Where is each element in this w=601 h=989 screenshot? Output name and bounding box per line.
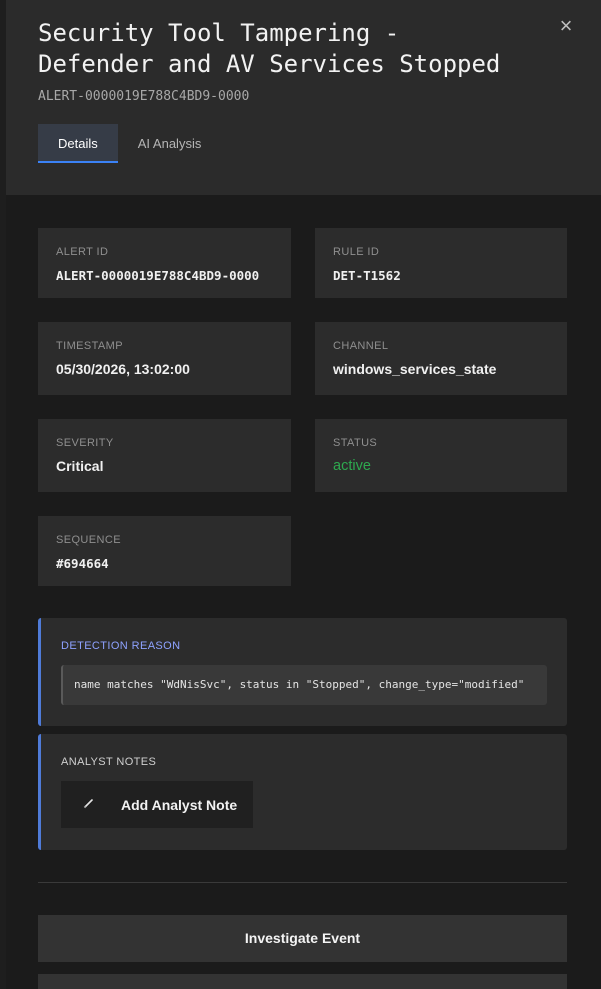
tab-bar: Details AI Analysis: [38, 124, 221, 163]
field-label: ALERT ID: [56, 246, 109, 258]
field-label: CHANNEL: [333, 340, 389, 352]
field-channel: CHANNEL windows_services_state: [315, 322, 567, 395]
add-analyst-note-button[interactable]: Add Analyst Note: [61, 781, 253, 828]
field-value: DET-T1562: [333, 268, 401, 283]
field-label: SEVERITY: [56, 437, 114, 449]
field-label: TIMESTAMP: [56, 340, 123, 352]
close-icon[interactable]: ×: [554, 14, 578, 38]
field-rule-id: RULE ID DET-T1562: [315, 228, 567, 298]
pencil-icon: [81, 795, 97, 811]
panel-header: Security Tool Tampering - Defender and A…: [6, 0, 601, 195]
alert-subtitle-id: ALERT-0000019E788C4BD9-0000: [38, 89, 250, 104]
field-label: STATUS: [333, 437, 378, 449]
field-label: SEQUENCE: [56, 534, 121, 546]
field-timestamp: TIMESTAMP 05/30/2026, 13:02:00: [38, 322, 291, 395]
divider: [38, 882, 567, 883]
detection-reason-text: name matches "WdNisSvc", status in "Stop…: [61, 665, 547, 705]
field-status: STATUS active: [315, 419, 567, 492]
analyst-notes-label: ANALYST NOTES: [61, 756, 157, 768]
tab-ai-analysis[interactable]: AI Analysis: [118, 124, 222, 163]
detection-reason-section: DETECTION REASON name matches "WdNisSvc"…: [38, 618, 567, 726]
status-badge: active: [333, 458, 371, 474]
field-value: ALERT-0000019E788C4BD9-0000: [56, 268, 260, 283]
detection-reason-label: DETECTION REASON: [61, 640, 181, 652]
field-value: 05/30/2026, 13:02:00: [56, 361, 190, 377]
add-analyst-note-label: Add Analyst Note: [121, 797, 238, 813]
analyst-notes-section: ANALYST NOTES Add Analyst Note: [38, 734, 567, 850]
investigate-event-button[interactable]: Investigate Event: [38, 915, 567, 962]
alert-detail-panel: Security Tool Tampering - Defender and A…: [6, 0, 601, 989]
field-severity: SEVERITY Critical: [38, 419, 291, 492]
field-value: windows_services_state: [333, 361, 497, 377]
secondary-action-button[interactable]: [38, 974, 567, 989]
tab-details[interactable]: Details: [38, 124, 118, 163]
alert-title: Security Tool Tampering - Defender and A…: [38, 19, 501, 78]
field-value: #694664: [56, 556, 109, 571]
field-sequence: SEQUENCE #694664: [38, 516, 291, 586]
field-value: Critical: [56, 458, 104, 474]
field-label: RULE ID: [333, 246, 380, 258]
field-alert-id: ALERT ID ALERT-0000019E788C4BD9-0000: [38, 228, 291, 298]
